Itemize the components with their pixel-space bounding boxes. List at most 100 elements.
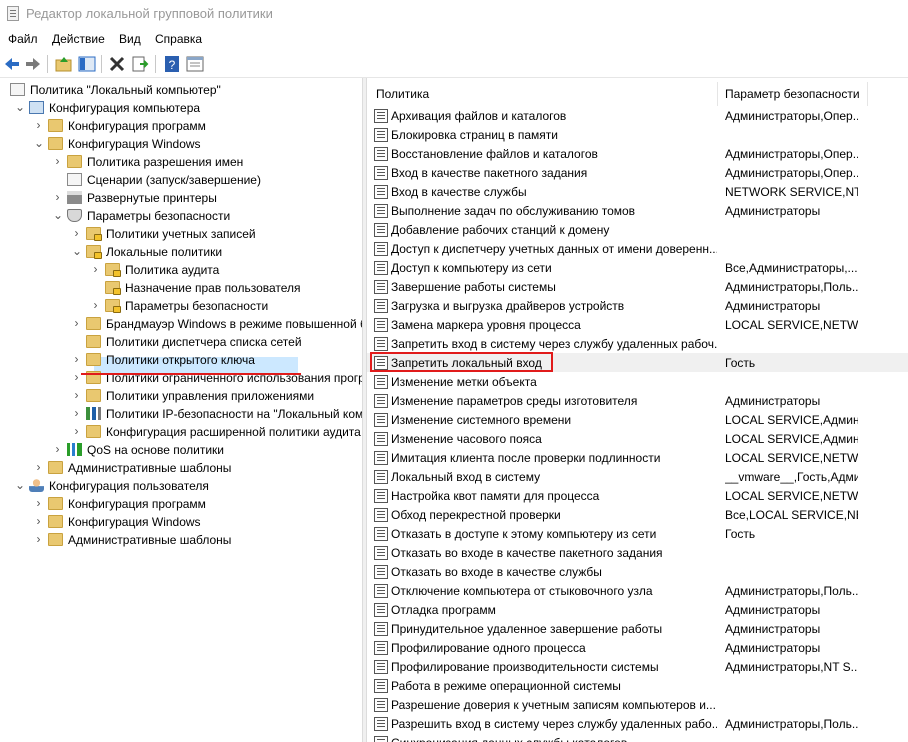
- lock-folder-icon: [105, 263, 121, 277]
- policy-row[interactable]: Профилирование производительности систем…: [367, 657, 908, 676]
- policy-name: Восстановление файлов и каталогов: [391, 147, 598, 161]
- show-hide-tree-icon[interactable]: [77, 54, 97, 74]
- collapsed-chevron-icon[interactable]: ›: [34, 533, 43, 545]
- policy-name: Отладка программ: [391, 603, 496, 617]
- policy-row[interactable]: Завершение работы системы Администраторы,…: [367, 277, 908, 296]
- policy-row[interactable]: Запретить вход в систему через службу уд…: [367, 334, 908, 353]
- policy-row[interactable]: Изменение системного времени LOCAL SERVIC…: [367, 410, 908, 429]
- up-folder-icon[interactable]: [54, 54, 74, 74]
- policy-row[interactable]: Восстановление файлов и каталогов Админис…: [367, 144, 908, 163]
- help-icon[interactable]: ?: [162, 54, 182, 74]
- collapsed-chevron-icon[interactable]: ›: [34, 497, 43, 509]
- folder-icon: [67, 155, 82, 168]
- policy-row[interactable]: Выполнение задач по обслуживанию томов Ад…: [367, 201, 908, 220]
- computer-icon: [29, 101, 44, 114]
- collapsed-chevron-icon[interactable]: ›: [72, 389, 81, 401]
- collapsed-chevron-icon[interactable]: ›: [34, 119, 43, 131]
- policy-name: Выполнение задач по обслуживанию томов: [391, 204, 636, 218]
- security-setting-value: Администраторы: [725, 204, 821, 218]
- column-header-security-setting[interactable]: Параметр безопасности: [725, 87, 860, 101]
- policy-row[interactable]: Изменение параметров среды изготовителя А…: [367, 391, 908, 410]
- policy-row[interactable]: Отключение компьютера от стыковочного уз…: [367, 581, 908, 600]
- policy-row[interactable]: Архивация файлов и каталогов Администрато…: [367, 106, 908, 125]
- collapsed-chevron-icon[interactable]: ›: [72, 353, 81, 365]
- policy-row[interactable]: Разрешить вход в систему через службу уд…: [367, 714, 908, 733]
- policy-row[interactable]: Обход перекрестной проверки Все,LOCAL SER…: [367, 505, 908, 524]
- column-divider[interactable]: [717, 82, 718, 106]
- policy-row[interactable]: Отказать во входе в качестве пакетного з…: [367, 543, 908, 562]
- red-underline-annotation: [81, 373, 301, 375]
- expanded-chevron-icon[interactable]: ⌄: [15, 101, 25, 113]
- tree-item-label: Параметры безопасности: [125, 299, 269, 313]
- security-setting-value: Администраторы,Поль...: [725, 280, 858, 294]
- policy-row[interactable]: Вход в качестве пакетного задания Админис…: [367, 163, 908, 182]
- policy-row[interactable]: Локальный вход в систему __vmware__,Гость…: [367, 467, 908, 486]
- collapsed-chevron-icon[interactable]: ›: [72, 407, 81, 419]
- collapsed-chevron-icon[interactable]: ›: [53, 443, 62, 455]
- expanded-chevron-icon[interactable]: ⌄: [53, 209, 63, 221]
- policy-row[interactable]: Имитация клиента после проверки подлинно…: [367, 448, 908, 467]
- delete-icon[interactable]: [107, 54, 127, 74]
- security-setting-value: Гость: [725, 356, 756, 370]
- policy-row[interactable]: Доступ к компьютеру из сети Все,Администр…: [367, 258, 908, 277]
- menu-file[interactable]: Файл: [8, 32, 38, 46]
- toolbar: ?: [0, 51, 908, 78]
- console-tree: Политика "Локальный компьютер" ⌄ Конфигура…: [0, 78, 362, 742]
- expanded-chevron-icon[interactable]: ⌄: [34, 137, 44, 149]
- expanded-chevron-icon[interactable]: ⌄: [15, 479, 25, 491]
- policy-row[interactable]: Блокировка страниц в памяти: [367, 125, 908, 144]
- policy-setting-icon: [374, 565, 388, 579]
- properties-icon[interactable]: [185, 54, 205, 74]
- policy-row[interactable]: Отладка программ Администраторы: [367, 600, 908, 619]
- policy-name: Отказать во входе в качестве пакетного з…: [391, 546, 663, 560]
- column-divider[interactable]: [867, 82, 868, 106]
- folder-icon: [48, 497, 63, 510]
- policy-setting-icon: [374, 546, 388, 560]
- security-setting-value: Администраторы: [725, 394, 821, 408]
- policy-row[interactable]: Добавление рабочих станций к домену: [367, 220, 908, 239]
- policy-row[interactable]: Загрузка и выгрузка драйверов устройств А…: [367, 296, 908, 315]
- tree-item-label: Конфигурация программ: [68, 119, 206, 133]
- collapsed-chevron-icon[interactable]: ›: [34, 461, 43, 473]
- collapsed-chevron-icon[interactable]: ›: [91, 299, 100, 311]
- collapsed-chevron-icon[interactable]: ›: [53, 155, 62, 167]
- export-list-icon[interactable]: [130, 54, 150, 74]
- collapsed-chevron-icon[interactable]: ›: [72, 371, 81, 383]
- qos-icon: [67, 443, 82, 456]
- policy-name: Отключение компьютера от стыковочного уз…: [391, 584, 653, 598]
- collapsed-chevron-icon[interactable]: ›: [72, 425, 81, 437]
- tree-item-label: Конфигурация программ: [68, 497, 206, 511]
- policy-setting-icon: [374, 204, 388, 218]
- column-header-policy[interactable]: Политика: [376, 87, 429, 101]
- policy-row[interactable]: Отказать в доступе к этому компьютеру из…: [367, 524, 908, 543]
- menu-view[interactable]: Вид: [119, 32, 141, 46]
- policy-row[interactable]: Изменение метки объекта: [367, 372, 908, 391]
- policy-row[interactable]: Замена маркера уровня процесса LOCAL SERV…: [367, 315, 908, 334]
- policy-row[interactable]: Доступ к диспетчеру учетных данных от им…: [367, 239, 908, 258]
- collapsed-chevron-icon[interactable]: ›: [72, 317, 81, 329]
- collapsed-chevron-icon[interactable]: ›: [91, 263, 100, 275]
- policy-row[interactable]: Отказать во входе в качестве службы: [367, 562, 908, 581]
- tree-item-label: Локальные политики: [106, 245, 223, 259]
- policy-row[interactable]: Разрешение доверия к учетным записям ком…: [367, 695, 908, 714]
- collapsed-chevron-icon[interactable]: ›: [72, 227, 81, 239]
- forward-arrow-icon[interactable]: [23, 54, 43, 74]
- policy-row[interactable]: Работа в режиме операционной системы: [367, 676, 908, 695]
- policy-row[interactable]: Профилирование одного процесса Администра…: [367, 638, 908, 657]
- lock-folder-icon: [86, 227, 102, 241]
- expanded-chevron-icon[interactable]: ⌄: [72, 245, 82, 257]
- back-arrow-icon[interactable]: [2, 54, 22, 74]
- policy-row[interactable]: Принудительное удаленное завершение рабо…: [367, 619, 908, 638]
- folder-icon: [86, 425, 101, 438]
- policy-row[interactable]: Вход в качестве службы NETWORK SERVICE,NT…: [367, 182, 908, 201]
- menu-action[interactable]: Действие: [52, 32, 105, 46]
- collapsed-chevron-icon[interactable]: ›: [34, 515, 43, 527]
- security-setting-value: Администраторы: [725, 641, 821, 655]
- collapsed-chevron-icon[interactable]: ›: [53, 191, 62, 203]
- menu-help[interactable]: Справка: [155, 32, 202, 46]
- policy-row[interactable]: Изменение часового пояса LOCAL SERVICE,Ад…: [367, 429, 908, 448]
- policy-setting-icon: [374, 527, 388, 541]
- policy-row[interactable]: Синхронизация данных службы каталогов: [367, 733, 908, 742]
- security-setting-value: Администраторы,NT S...: [725, 660, 858, 674]
- policy-row[interactable]: Настройка квот памяти для процесса LOCAL …: [367, 486, 908, 505]
